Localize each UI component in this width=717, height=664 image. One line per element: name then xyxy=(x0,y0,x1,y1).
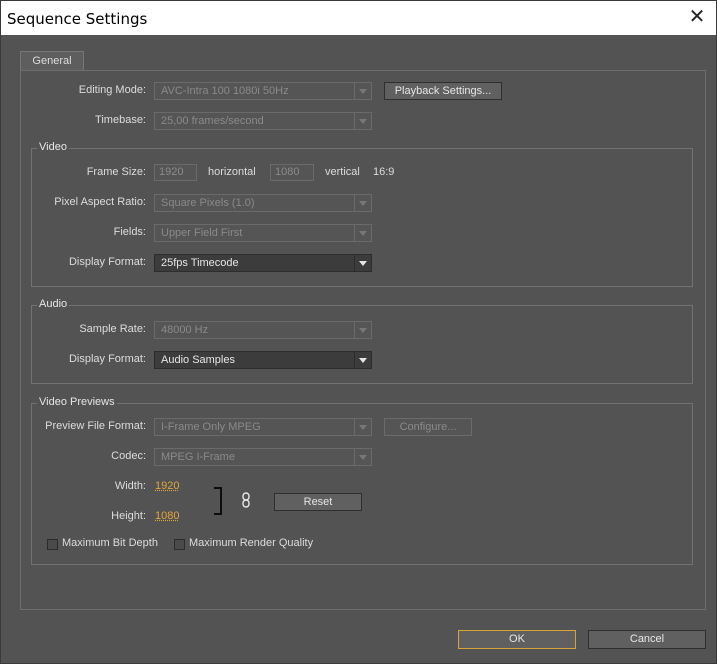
preview-width-label: Width: xyxy=(114,480,146,492)
codec-select: MPEG I-Frame xyxy=(154,448,372,466)
chevron-down-icon xyxy=(354,83,371,99)
title-bar: Sequence Settings ✕ xyxy=(1,1,716,35)
chevron-down-icon xyxy=(354,255,371,271)
audio-group-title: Audio xyxy=(37,298,70,310)
fields-value: Upper Field First xyxy=(161,227,243,239)
preview-width-value[interactable]: 1920 xyxy=(155,480,179,492)
preview-file-format-value: I-Frame Only MPEG xyxy=(161,421,261,433)
vertical-label: vertical xyxy=(325,166,360,178)
sample-rate-select: 48000 Hz xyxy=(154,321,372,339)
playback-settings-button[interactable]: Playback Settings... xyxy=(384,82,502,100)
video-group-title: Video xyxy=(37,141,69,153)
chevron-down-icon xyxy=(354,322,371,338)
preview-file-format-label: Preview File Format: xyxy=(45,420,146,432)
configure-button: Configure... xyxy=(384,418,472,436)
timebase-label: Timebase: xyxy=(95,114,146,126)
video-display-format-select[interactable]: 25fps Timecode xyxy=(154,254,372,272)
chevron-down-icon xyxy=(354,195,371,211)
sample-rate-label: Sample Rate: xyxy=(79,323,146,335)
video-previews-group-title: Video Previews xyxy=(37,396,117,408)
horizontal-label: horizontal xyxy=(208,166,256,178)
frame-width-field: 1920 xyxy=(154,164,197,181)
max-bit-depth-checkbox[interactable] xyxy=(47,539,58,550)
audio-display-format-select[interactable]: Audio Samples xyxy=(154,351,372,369)
fields-select: Upper Field First xyxy=(154,224,372,242)
codec-value: MPEG I-Frame xyxy=(161,451,235,463)
cancel-button[interactable]: Cancel xyxy=(588,630,706,649)
close-icon[interactable]: ✕ xyxy=(686,6,708,28)
max-render-quality-label: Maximum Render Quality xyxy=(189,537,314,549)
chevron-down-icon xyxy=(354,352,371,368)
timebase-value: 25,00 frames/second xyxy=(161,115,264,127)
codec-label: Codec: xyxy=(111,450,146,462)
preview-file-format-select: I-Frame Only MPEG xyxy=(154,418,372,436)
aspect-link-bracket xyxy=(214,487,222,515)
video-display-format-label: Display Format: xyxy=(68,256,146,268)
frame-size-label: Frame Size: xyxy=(86,166,146,178)
tab-general[interactable]: General xyxy=(20,51,84,71)
pixel-aspect-label: Pixel Aspect Ratio: xyxy=(54,196,146,208)
video-display-format-value: 25fps Timecode xyxy=(161,257,239,269)
dialog-title: Sequence Settings xyxy=(7,10,148,28)
fields-label: Fields: xyxy=(113,226,146,238)
timebase-select: 25,00 frames/second xyxy=(154,112,372,130)
sequence-settings-dialog: Sequence Settings ✕ General Editing Mode… xyxy=(0,0,717,664)
audio-group xyxy=(31,305,693,384)
pixel-aspect-select: Square Pixels (1.0) xyxy=(154,194,372,212)
chevron-down-icon xyxy=(354,419,371,435)
editing-mode-label: Editing Mode: xyxy=(78,84,146,96)
preview-height-value[interactable]: 1080 xyxy=(155,510,179,522)
audio-display-format-value: Audio Samples xyxy=(161,354,235,366)
editing-mode-value: AVC-Intra 100 1080i 50Hz xyxy=(161,85,289,97)
chevron-down-icon xyxy=(354,449,371,465)
ok-button[interactable]: OK xyxy=(458,630,576,649)
chevron-down-icon xyxy=(354,113,371,129)
sample-rate-value: 48000 Hz xyxy=(161,324,209,336)
preview-height-label: Height: xyxy=(111,510,146,522)
max-render-quality-checkbox[interactable] xyxy=(174,539,185,550)
frame-height-field: 1080 xyxy=(270,164,314,181)
audio-display-format-label: Display Format: xyxy=(68,353,146,365)
max-bit-depth-label: Maximum Bit Depth xyxy=(62,537,158,549)
pixel-aspect-value: Square Pixels (1.0) xyxy=(161,197,255,209)
reset-button[interactable]: Reset xyxy=(274,493,362,511)
chevron-down-icon xyxy=(354,225,371,241)
editing-mode-select: AVC-Intra 100 1080i 50Hz xyxy=(154,82,372,100)
aspect-ratio-readout: 16:9 xyxy=(373,166,395,178)
chain-link-icon[interactable] xyxy=(241,492,251,508)
